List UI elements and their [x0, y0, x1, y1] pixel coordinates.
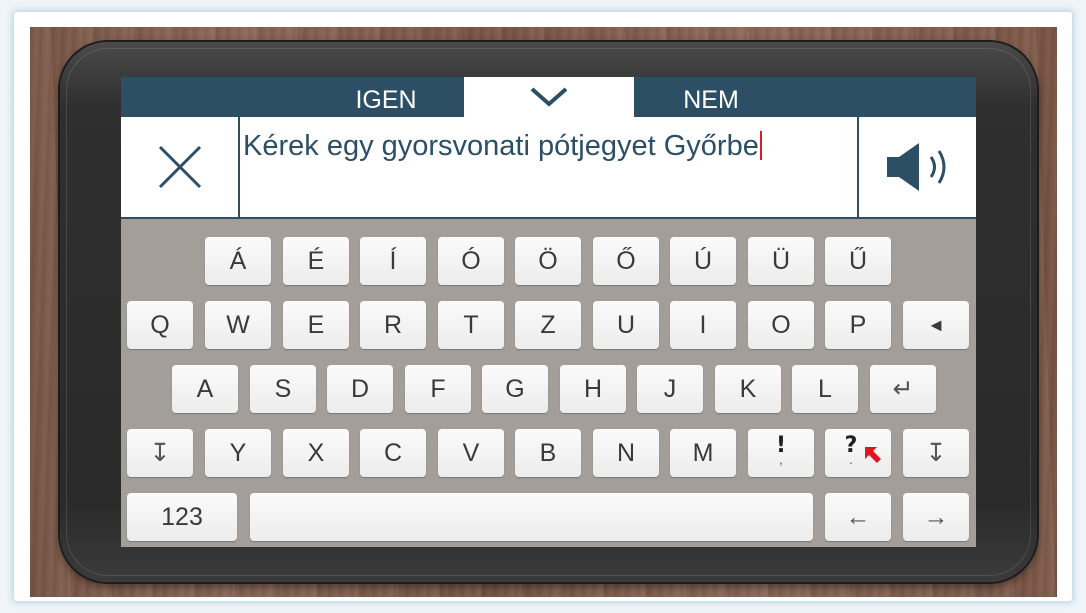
- period-label: .: [849, 452, 853, 467]
- key-m[interactable]: M: [670, 429, 736, 477]
- key-j[interactable]: J: [637, 365, 703, 413]
- key-v[interactable]: V: [438, 429, 504, 477]
- key-b[interactable]: B: [515, 429, 581, 477]
- key-c[interactable]: C: [360, 429, 426, 477]
- yes-button[interactable]: IGEN: [321, 83, 451, 117]
- key-x[interactable]: X: [283, 429, 349, 477]
- message-area: Kérek egy gyorsvonati pótjegyet Győrbe: [121, 117, 976, 219]
- key-f[interactable]: F: [405, 365, 471, 413]
- key-u[interactable]: U: [593, 301, 659, 349]
- cursor-right-key[interactable]: →: [903, 493, 969, 541]
- key-u-double-acute[interactable]: Ű: [825, 237, 891, 285]
- text-caret: [759, 131, 762, 160]
- key-a-acute[interactable]: Á: [205, 237, 271, 285]
- key-o-acute[interactable]: Ó: [438, 237, 504, 285]
- key-i-acute[interactable]: Í: [360, 237, 426, 285]
- key-p[interactable]: P: [825, 301, 891, 349]
- message-input[interactable]: Kérek egy gyorsvonati pótjegyet Győrbe: [243, 129, 843, 164]
- cursor-left-key[interactable]: ←: [825, 493, 891, 541]
- key-h[interactable]: H: [560, 365, 626, 413]
- key-u-acute[interactable]: Ú: [670, 237, 736, 285]
- key-k[interactable]: K: [715, 365, 781, 413]
- no-button[interactable]: NEM: [646, 83, 776, 117]
- key-y[interactable]: Y: [205, 429, 271, 477]
- key-u-umlaut[interactable]: Ü: [748, 237, 814, 285]
- key-e[interactable]: E: [283, 301, 349, 349]
- chevron-down-icon: [530, 87, 568, 107]
- exclamation-label: !: [775, 433, 787, 458]
- key-question-period[interactable]: ? .: [825, 429, 891, 477]
- answer-bar: IGEN NEM: [121, 77, 976, 117]
- key-d[interactable]: D: [327, 365, 393, 413]
- key-s[interactable]: S: [250, 365, 316, 413]
- key-l[interactable]: L: [792, 365, 858, 413]
- numbers-key[interactable]: 123: [127, 493, 237, 541]
- key-i[interactable]: I: [670, 301, 736, 349]
- enter-key[interactable]: ↵: [870, 365, 936, 413]
- key-n[interactable]: N: [593, 429, 659, 477]
- close-icon: [158, 145, 201, 189]
- clear-button[interactable]: [121, 117, 240, 217]
- key-t[interactable]: T: [438, 301, 504, 349]
- shift-key-right[interactable]: ↧: [903, 429, 969, 477]
- question-label: ?: [844, 433, 858, 458]
- speak-button[interactable]: [857, 117, 976, 217]
- key-e-acute[interactable]: É: [283, 237, 349, 285]
- key-exclamation-comma[interactable]: ! ,: [748, 429, 814, 477]
- comma-label: ,: [779, 452, 783, 467]
- tablet-screen: IGEN NEM Kérek egy gyorsvonati pótjegyet…: [121, 77, 976, 547]
- key-w[interactable]: W: [205, 301, 271, 349]
- key-g[interactable]: G: [482, 365, 548, 413]
- key-o-umlaut[interactable]: Ö: [515, 237, 581, 285]
- message-text: Kérek egy gyorsvonati pótjegyet Győrbe: [243, 130, 759, 162]
- key-r[interactable]: R: [360, 301, 426, 349]
- key-q[interactable]: Q: [127, 301, 193, 349]
- key-o[interactable]: O: [748, 301, 814, 349]
- speaker-icon: [886, 143, 945, 191]
- key-a[interactable]: A: [172, 365, 238, 413]
- backspace-key[interactable]: ◄: [903, 301, 969, 349]
- key-o-double-acute[interactable]: Ő: [593, 237, 659, 285]
- key-z[interactable]: Z: [515, 301, 581, 349]
- collapse-keyboard-button[interactable]: [464, 77, 634, 117]
- red-arrow-icon: [865, 447, 881, 463]
- shift-key-left[interactable]: ↧: [127, 429, 193, 477]
- space-bar[interactable]: [250, 493, 813, 541]
